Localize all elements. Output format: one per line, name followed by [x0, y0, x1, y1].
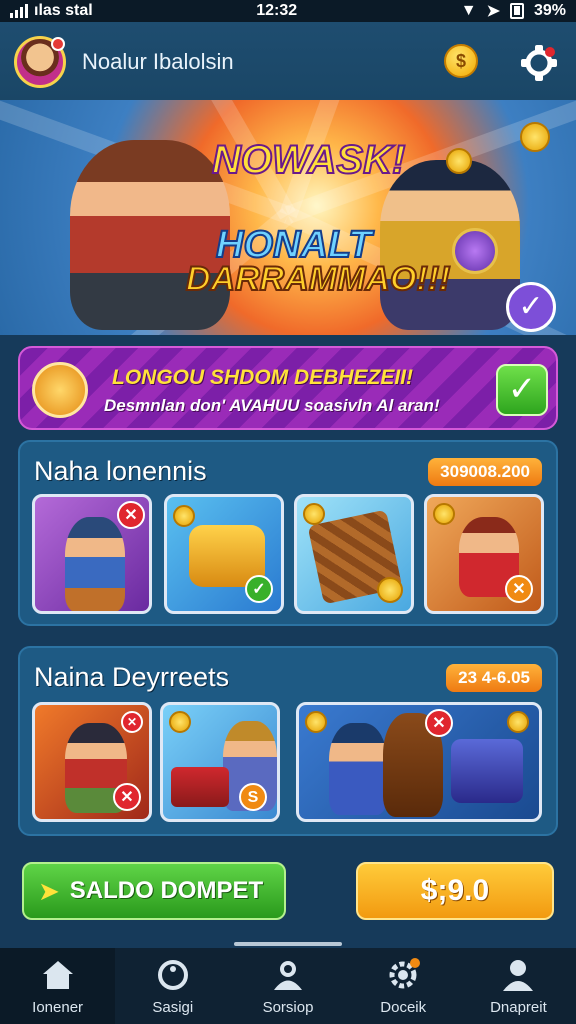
notification-dot — [51, 37, 65, 51]
games-section-1: Naha lonennis 309008.200 ✕ ✓ ✕ — [18, 440, 558, 626]
promo-confirm-button[interactable]: ✓ — [496, 364, 548, 416]
bottom-navigation: Ionener Sasigi Sorsiop Doceik Dnapreit — [0, 948, 576, 1024]
banner-tagline: DARRAMMAO!!! — [185, 259, 451, 299]
shield-illustration — [452, 228, 498, 274]
nav-item-home[interactable]: Ionener — [0, 948, 116, 1024]
section-title: Naha lonennis — [34, 456, 207, 486]
home-icon — [42, 960, 73, 989]
shop-icon — [274, 960, 302, 990]
hero-banner[interactable] — [0, 100, 576, 335]
info-icon[interactable]: S — [239, 783, 267, 811]
game-tile-wide[interactable]: ✕ — [296, 702, 542, 822]
treasure-icon — [32, 362, 88, 418]
game-tile[interactable]: S — [160, 702, 280, 822]
location-icon: ➤ — [486, 3, 500, 20]
nav-item-profile[interactable]: Dnapreit — [461, 948, 576, 1024]
wallet-button-label: SALDO DOMPET — [69, 877, 264, 904]
nav-label: Doceik — [380, 998, 427, 1016]
banner-check-icon[interactable]: ✓ — [506, 282, 556, 332]
game-tile[interactable]: ✓ — [164, 494, 284, 614]
promo-title: LONGOU SHDOM DEBHEZEII! — [112, 366, 414, 389]
knight-character-illustration — [380, 160, 520, 330]
nav-item-search[interactable]: Sasigi — [115, 948, 230, 1024]
promo-subtitle: Desmnlan don' AVAHUU soasivln Al aran! — [104, 396, 440, 415]
section-balance-pill[interactable]: 23 4-6.05 — [446, 664, 542, 692]
clock: 12:32 — [256, 2, 298, 19]
gear-icon — [389, 957, 421, 988]
nav-item-shop[interactable]: Sorsiop — [230, 948, 345, 1024]
status-bar: ılas stal 12:32 ▼ ➤ 39% — [0, 0, 576, 22]
carrier-label: ılas stal — [34, 2, 93, 19]
amount-button[interactable]: $;9.0 — [356, 862, 554, 920]
check-icon[interactable]: ✓ — [245, 575, 273, 603]
game-tile[interactable] — [294, 494, 414, 614]
thumbs-up-icon: ➤ — [38, 875, 60, 906]
info-icon[interactable]: ✕ — [505, 575, 533, 603]
game-tile[interactable]: ✕ ✕ — [32, 702, 152, 822]
nav-label: Sorsiop — [262, 998, 314, 1016]
wifi-icon: ▼ — [460, 2, 477, 19]
signal-icon — [10, 4, 28, 18]
avatar[interactable] — [14, 36, 66, 88]
banner-title: NOWASK! — [211, 137, 406, 183]
section-balance-pill[interactable]: 309008.200 — [428, 458, 542, 486]
battery-icon — [509, 3, 524, 19]
nav-item-settings[interactable]: Doceik — [346, 948, 461, 1024]
username: Noalur Ibalolsin — [82, 49, 234, 74]
warrior-character-illustration — [70, 140, 230, 330]
nav-label: Ionener — [32, 998, 84, 1016]
section-title: Naina Deyrreets — [34, 662, 230, 692]
profile-icon — [503, 959, 534, 991]
games-section-2: Naina Deyrreets 23 4-6.05 ✕ ✕ S ✕ — [18, 646, 558, 836]
coin-button[interactable]: $ — [444, 44, 478, 78]
battery-percent: 39% — [533, 2, 566, 19]
game-tile[interactable]: ✕ — [32, 494, 152, 614]
game-tile[interactable]: ✕ — [424, 494, 544, 614]
home-indicator — [234, 942, 342, 946]
app-header: Noalur Ibalolsin $ — [0, 22, 576, 102]
settings-icon[interactable] — [520, 44, 558, 82]
nav-label: Dnapreit — [490, 998, 547, 1016]
close-icon[interactable]: ✕ — [113, 783, 141, 811]
close-icon[interactable]: ✕ — [425, 709, 453, 737]
nav-label: Sasigi — [152, 998, 194, 1016]
close-icon[interactable]: ✕ — [121, 711, 143, 733]
wallet-button[interactable]: ➤ SALDO DOMPET — [22, 862, 286, 920]
close-icon[interactable]: ✕ — [117, 501, 145, 529]
search-icon — [157, 959, 188, 990]
promo-banner[interactable]: LONGOU SHDOM DEBHEZEII! Desmnlan don' AV… — [18, 346, 558, 430]
